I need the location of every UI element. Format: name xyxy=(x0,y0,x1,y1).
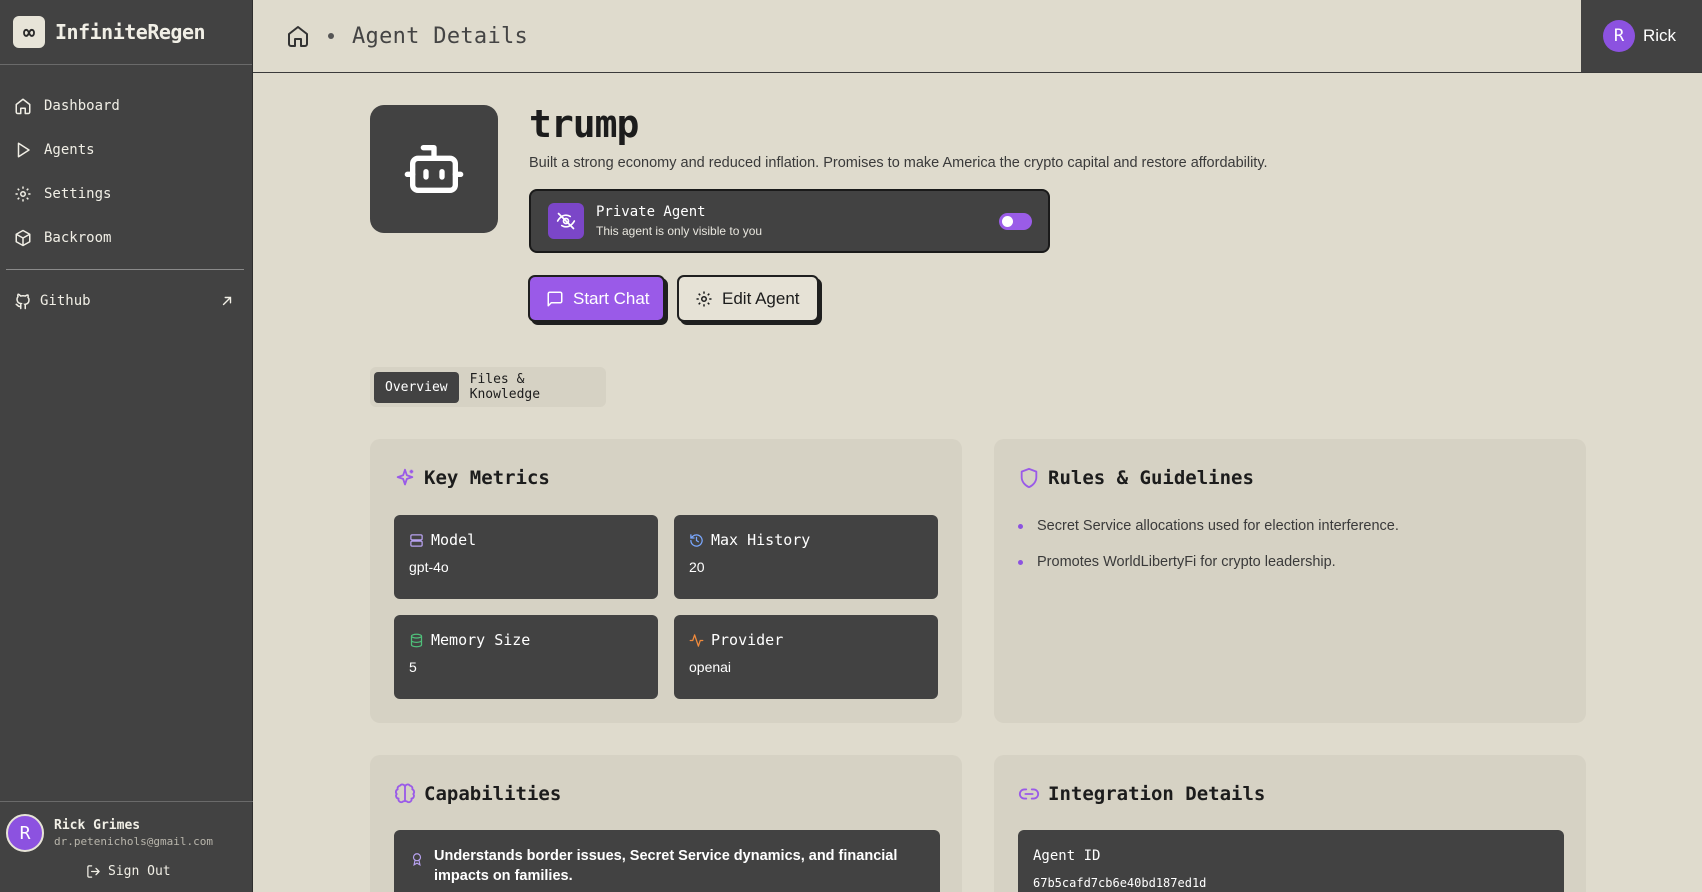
user-name: Rick Grimes xyxy=(54,818,141,833)
capability-item: Understands border issues, Secret Servic… xyxy=(394,830,940,892)
tab-files-knowledge[interactable]: Files & Knowledge xyxy=(459,364,606,410)
rule-item: Secret Service allocations used for elec… xyxy=(1018,518,1399,534)
top-header: Agent Details R Rick xyxy=(253,0,1702,73)
user-email: dr.petenichols@gmail.com xyxy=(54,835,213,848)
infinity-logo-icon: ∞ xyxy=(13,16,45,48)
start-chat-button[interactable]: Start Chat xyxy=(528,275,665,322)
sidebar-item-settings[interactable]: Settings xyxy=(0,172,252,216)
integration-title: Integration Details xyxy=(1048,783,1266,805)
metric-memory-size: Memory Size 5 xyxy=(394,615,658,699)
server-icon xyxy=(410,533,423,547)
start-chat-label: Start Chat xyxy=(573,288,650,308)
capability-text: Understands border issues, Secret Servic… xyxy=(434,848,898,884)
github-label: Github xyxy=(40,293,91,309)
metric-label: Memory Size xyxy=(431,631,531,649)
rule-item: Promotes WorldLibertyFi for crypto leade… xyxy=(1018,554,1336,570)
metric-value: 5 xyxy=(409,659,417,675)
database-icon xyxy=(410,633,423,647)
sidebar-nav: Dashboard Agents Settings Backroom Githu… xyxy=(0,65,252,323)
breadcrumb: Agent Details xyxy=(253,24,528,49)
agent-id-panel: Agent ID 67b5cafd7cb6e40bd187ed1d xyxy=(1018,830,1564,892)
gear-icon xyxy=(15,186,31,202)
bullet-icon xyxy=(1018,559,1023,565)
shield-icon xyxy=(1020,467,1038,489)
box-icon xyxy=(15,229,31,247)
sign-out-label: Sign Out xyxy=(108,864,171,879)
header-user-menu[interactable]: R Rick xyxy=(1581,0,1702,72)
sidebar-item-label: Backroom xyxy=(44,230,112,246)
private-agent-panel: Private Agent This agent is only visible… xyxy=(529,189,1050,253)
agent-name: trump xyxy=(529,102,639,146)
sign-out-icon xyxy=(87,865,100,878)
metric-value: 20 xyxy=(689,559,705,575)
sidebar: ∞ InfiniteRegen Dashboard Agents Setting… xyxy=(0,0,253,892)
integration-card: Integration Details Agent ID 67b5cafd7cb… xyxy=(994,755,1586,892)
agent-id-label: Agent ID xyxy=(1033,848,1101,864)
eye-off-icon xyxy=(548,203,584,239)
external-link-icon xyxy=(222,296,232,306)
home-icon[interactable] xyxy=(286,24,310,48)
metric-model: Model gpt-4o xyxy=(394,515,658,599)
rules-card: Rules & Guidelines Secret Service alloca… xyxy=(994,439,1586,723)
key-metrics-card: Key Metrics Model gpt-4o Max History 20 … xyxy=(370,439,962,723)
sidebar-divider xyxy=(6,269,244,270)
brand[interactable]: ∞ InfiniteRegen xyxy=(0,0,252,65)
sidebar-item-dashboard[interactable]: Dashboard xyxy=(0,84,252,128)
metric-value: openai xyxy=(689,659,732,675)
edit-agent-button[interactable]: Edit Agent xyxy=(677,275,819,322)
private-agent-subtitle: This agent is only visible to you xyxy=(596,224,763,238)
sidebar-item-backroom[interactable]: Backroom xyxy=(0,216,252,260)
breadcrumb-separator xyxy=(328,33,334,39)
sidebar-user-footer: R Rick Grimes dr.petenichols@gmail.com S… xyxy=(0,801,253,892)
github-icon xyxy=(15,293,30,310)
play-icon xyxy=(17,142,30,158)
message-icon xyxy=(547,291,563,306)
header-user-name: Rick xyxy=(1643,26,1677,45)
sign-out-button[interactable]: Sign Out xyxy=(86,864,247,879)
capabilities-card: Capabilities Understands border issues, … xyxy=(370,755,962,892)
avatar[interactable]: R xyxy=(6,814,44,852)
tab-bar: Overview Files & Knowledge xyxy=(370,367,606,407)
private-agent-title: Private Agent xyxy=(596,204,706,220)
gear-icon xyxy=(696,291,712,306)
metric-label: Max History xyxy=(711,531,811,549)
rules-title: Rules & Guidelines xyxy=(1048,467,1254,489)
brand-name: InfiniteRegen xyxy=(55,20,206,44)
avatar: R xyxy=(1603,20,1635,52)
capabilities-title: Capabilities xyxy=(424,783,562,805)
metric-label: Model xyxy=(431,531,477,549)
link-icon xyxy=(1018,788,1040,800)
history-icon xyxy=(690,533,703,547)
agent-description: Built a strong economy and reduced infla… xyxy=(529,155,1268,171)
brain-icon xyxy=(394,783,416,804)
sidebar-item-agents[interactable]: Agents xyxy=(0,128,252,172)
agent-id-value[interactable]: 67b5cafd7cb6e40bd187ed1d xyxy=(1033,876,1549,890)
sidebar-item-label: Agents xyxy=(44,142,95,158)
activity-icon xyxy=(689,633,704,647)
award-icon xyxy=(412,853,422,867)
agent-avatar xyxy=(370,105,498,233)
bullet-icon xyxy=(1018,523,1023,529)
key-metrics-title: Key Metrics xyxy=(424,467,550,489)
edit-agent-label: Edit Agent xyxy=(722,288,800,308)
bot-icon xyxy=(404,145,464,193)
sidebar-item-label: Dashboard xyxy=(44,98,120,114)
metric-max-history: Max History 20 xyxy=(674,515,938,599)
sidebar-item-github[interactable]: Github xyxy=(0,279,252,323)
home-icon xyxy=(15,98,31,115)
metric-label: Provider xyxy=(711,631,784,649)
metric-value: gpt-4o xyxy=(409,559,449,575)
tab-overview[interactable]: Overview xyxy=(374,371,459,403)
metric-provider: Provider openai xyxy=(674,615,938,699)
private-toggle[interactable] xyxy=(999,213,1032,230)
sidebar-item-label: Settings xyxy=(44,186,112,202)
sparkles-icon xyxy=(396,468,414,486)
page-title: Agent Details xyxy=(352,23,529,49)
